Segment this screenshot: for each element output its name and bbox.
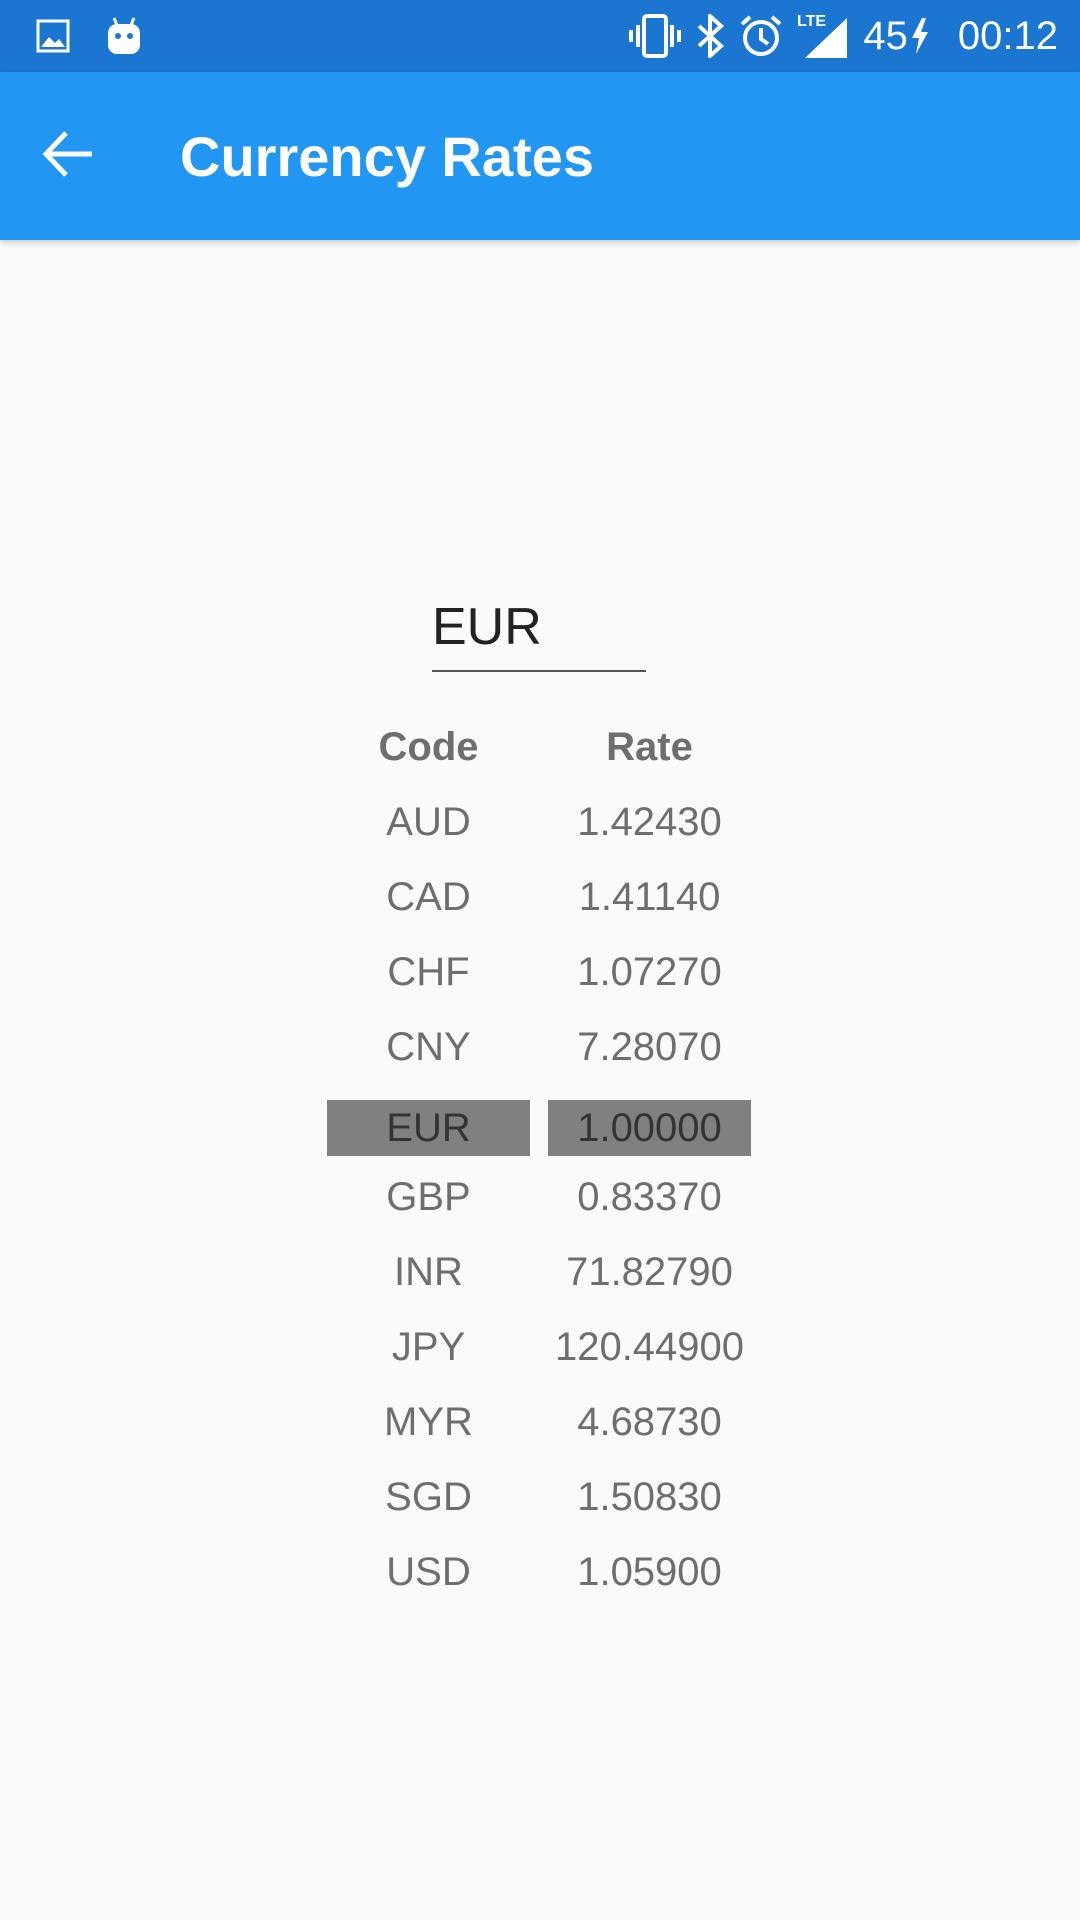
currency-rate: 1.41140 — [578, 875, 721, 919]
base-currency-field — [432, 590, 646, 672]
back-button[interactable] — [42, 120, 122, 192]
table-row[interactable]: CAD 1.41140 — [327, 860, 751, 935]
currency-code: GBP — [386, 1175, 471, 1219]
bluetooth-icon — [695, 14, 725, 58]
page-title: Currency Rates — [180, 125, 594, 188]
currency-code: JPY — [391, 1325, 466, 1369]
currency-rate: 1.00000 — [548, 1100, 751, 1156]
currency-code: MYR — [384, 1400, 473, 1444]
currency-code: CHF — [387, 950, 470, 994]
currency-code: CAD — [386, 875, 471, 919]
table-row[interactable]: AUD 1.42430 — [327, 785, 751, 860]
table-row[interactable]: INR 71.82790 — [327, 1235, 751, 1310]
rates-table: Code Rate AUD 1.42430 CAD 1.41140 CHF 1.… — [327, 710, 751, 1610]
clock: 00:12 — [957, 14, 1058, 58]
base-currency-input[interactable] — [432, 590, 646, 672]
table-row[interactable]: SGD 1.50830 — [327, 1460, 751, 1535]
app-bar: Currency Rates — [0, 72, 1080, 240]
table-row[interactable]: GBP 0.83370 — [327, 1160, 751, 1235]
rate-column-header: Rate — [606, 725, 693, 769]
currency-rate: 71.82790 — [566, 1250, 733, 1294]
currency-code: AUD — [386, 800, 471, 844]
table-row[interactable]: CNY 7.28070 — [327, 1010, 751, 1085]
currency-rate: 1.42430 — [577, 800, 722, 844]
currency-code: USD — [386, 1550, 471, 1594]
status-bar: LTE 45 00:12 — [0, 0, 1080, 72]
table-row[interactable]: EUR 1.00000 — [327, 1085, 751, 1160]
gallery-icon — [36, 19, 70, 53]
currency-rate: 1.05900 — [577, 1550, 722, 1594]
table-header: Code Rate — [327, 710, 751, 785]
table-row[interactable]: JPY 120.44900 — [327, 1310, 751, 1385]
vibrate-icon — [629, 14, 682, 58]
table-row[interactable]: USD 1.05900 — [327, 1535, 751, 1610]
currency-rate: 1.07270 — [577, 950, 722, 994]
currency-rate: 0.83370 — [577, 1175, 722, 1219]
battery-level: 45 — [863, 14, 908, 58]
battery-indicator: 45 — [863, 10, 930, 62]
table-row[interactable]: CHF 1.07270 — [327, 935, 751, 1010]
currency-rate: 4.68730 — [577, 1400, 722, 1444]
alarm-icon — [739, 14, 783, 58]
lte-label: LTE — [797, 13, 826, 30]
table-row[interactable]: MYR 4.68730 — [327, 1385, 751, 1460]
currency-rate: 7.28070 — [577, 1025, 722, 1069]
lte-signal-icon: LTE — [797, 12, 849, 60]
currency-code: INR — [394, 1250, 463, 1294]
charging-icon — [910, 18, 930, 54]
currency-code: EUR — [327, 1100, 530, 1156]
currency-rate: 1.50830 — [577, 1475, 722, 1519]
currency-code: SGD — [385, 1475, 472, 1519]
android-icon — [106, 16, 142, 56]
currency-code: CNY — [386, 1025, 471, 1069]
currency-rate: 120.44900 — [554, 1325, 745, 1369]
arrow-back-icon — [42, 128, 94, 185]
code-column-header: Code — [378, 725, 479, 769]
